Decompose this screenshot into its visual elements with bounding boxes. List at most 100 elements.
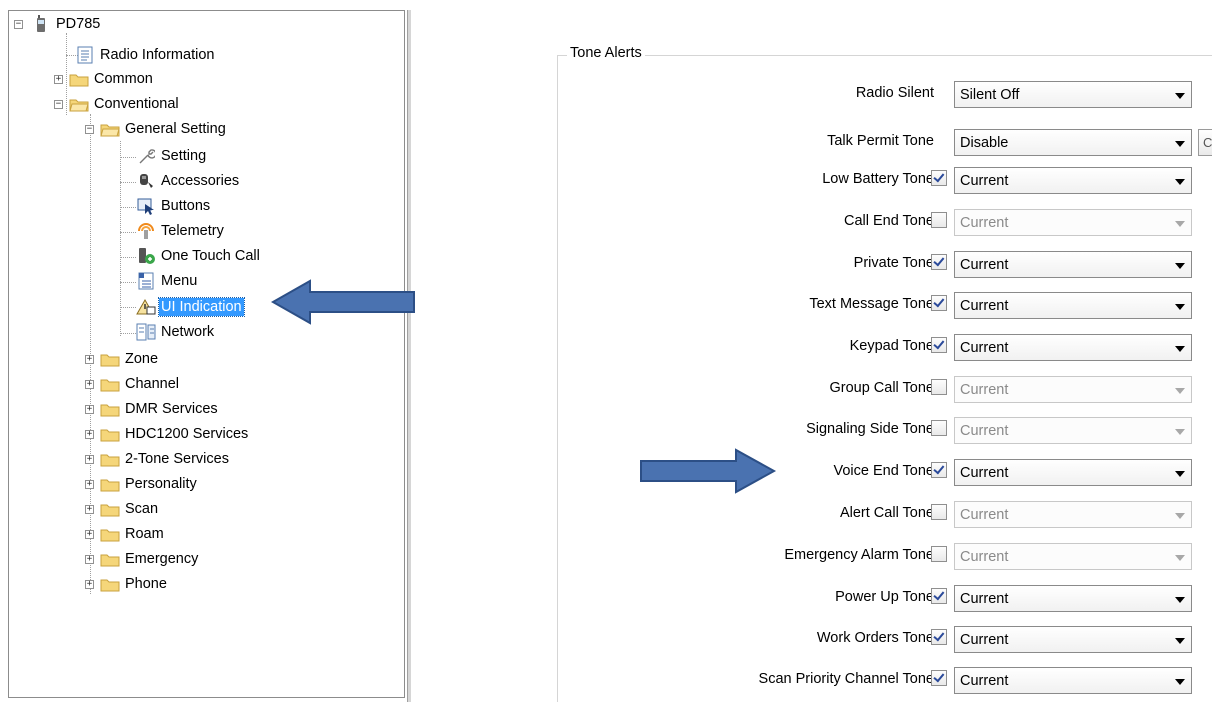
folder-icon bbox=[100, 450, 120, 468]
tree-node-two-tone-services[interactable]: 2-Tone Services bbox=[100, 448, 231, 470]
private-tone-value: Current bbox=[960, 256, 1009, 273]
tree-label-network: Network bbox=[161, 324, 215, 340]
dropdown-arrow-icon bbox=[1175, 679, 1185, 685]
dropdown-arrow-icon bbox=[1175, 304, 1185, 310]
talk-permit-tone-dropdown[interactable]: Disable bbox=[954, 129, 1192, 156]
phone-expand-toggle[interactable]: + bbox=[85, 580, 94, 589]
row-text-message-tone: Text Message Tone Current bbox=[560, 289, 1212, 319]
row-emergency-alarm-tone: Emergency Alarm Tone Current bbox=[560, 540, 1212, 570]
keypad-tone-checkbox[interactable] bbox=[931, 337, 947, 353]
dropdown-arrow-icon bbox=[1175, 429, 1185, 435]
zone-expand-toggle[interactable]: + bbox=[85, 355, 94, 364]
voice-end-tone-checkbox[interactable] bbox=[931, 462, 947, 478]
keypad-tone-dropdown[interactable]: Current bbox=[954, 334, 1192, 361]
tree-node-general-setting[interactable]: General Setting bbox=[100, 118, 228, 140]
tree-node-one-touch-call[interactable]: One Touch Call bbox=[136, 245, 262, 267]
group-call-tone-checkbox[interactable] bbox=[931, 379, 947, 395]
tree-node-roam[interactable]: Roam bbox=[100, 523, 166, 545]
talk-permit-tone-extra-button[interactable]: C bbox=[1198, 129, 1212, 156]
row-call-end-tone: Call End Tone Current bbox=[560, 206, 1212, 236]
root-collapse-toggle[interactable]: − bbox=[14, 20, 23, 29]
tree-node-hdc1200-services[interactable]: HDC1200 Services bbox=[100, 423, 250, 445]
splitter-bar[interactable] bbox=[407, 10, 411, 702]
tree-label-one-touch-call: One Touch Call bbox=[161, 248, 260, 264]
tree-node-dmr-services[interactable]: DMR Services bbox=[100, 398, 220, 420]
tree-label-menu: Menu bbox=[161, 273, 198, 289]
work-orders-tone-dropdown[interactable]: Current bbox=[954, 626, 1192, 653]
two-tone-services-expand-toggle[interactable]: + bbox=[85, 455, 94, 464]
scan-priority-channel-tone-checkbox[interactable] bbox=[931, 670, 947, 686]
conventional-collapse-toggle[interactable]: − bbox=[54, 100, 63, 109]
tree-node-emergency[interactable]: Emergency bbox=[100, 548, 200, 570]
dropdown-arrow-icon bbox=[1175, 471, 1185, 477]
tone-alerts-group-title: Tone Alerts bbox=[567, 45, 645, 61]
low-battery-tone-dropdown[interactable]: Current bbox=[954, 167, 1192, 194]
tree-label-conventional: Conventional bbox=[94, 96, 179, 112]
folder-icon bbox=[100, 525, 120, 543]
text-message-tone-checkbox[interactable] bbox=[931, 295, 947, 311]
tree-node-accessories[interactable]: Accessories bbox=[136, 170, 241, 192]
private-tone-checkbox[interactable] bbox=[931, 254, 947, 270]
tree-node-phone[interactable]: Phone bbox=[100, 573, 169, 595]
label-low-battery-tone: Low Battery Tone bbox=[822, 171, 934, 187]
dropdown-arrow-icon bbox=[1175, 513, 1185, 519]
row-keypad-tone: Keypad Tone Current bbox=[560, 331, 1212, 361]
scan-expand-toggle[interactable]: + bbox=[85, 505, 94, 514]
tree-label-two-tone-services: 2-Tone Services bbox=[125, 451, 229, 467]
tree-node-channel[interactable]: Channel bbox=[100, 373, 181, 395]
scan-priority-channel-tone-dropdown[interactable]: Current bbox=[954, 667, 1192, 694]
general-setting-collapse-toggle[interactable]: − bbox=[85, 125, 94, 134]
hdc1200-services-expand-toggle[interactable]: + bbox=[85, 430, 94, 439]
label-scan-priority-channel-tone: Scan Priority Channel Tone bbox=[758, 671, 934, 687]
tree-node-common[interactable]: Common bbox=[69, 68, 155, 90]
personality-expand-toggle[interactable]: + bbox=[85, 480, 94, 489]
group-call-tone-value: Current bbox=[960, 381, 1009, 398]
call-end-tone-checkbox[interactable] bbox=[931, 212, 947, 228]
tree-node-setting[interactable]: Setting bbox=[136, 145, 208, 167]
tree-node-network[interactable]: Network bbox=[136, 321, 216, 343]
voice-end-tone-dropdown[interactable]: Current bbox=[954, 459, 1192, 486]
tree-node-radio-information[interactable]: Radio Information bbox=[75, 44, 216, 66]
private-tone-dropdown[interactable]: Current bbox=[954, 251, 1192, 278]
tree-panel[interactable]: − PD785 Radio Information + Common − Con… bbox=[8, 10, 405, 698]
tree-node-zone[interactable]: Zone bbox=[100, 348, 160, 370]
folder-icon bbox=[100, 400, 120, 418]
tree-node-root[interactable]: PD785 bbox=[31, 13, 102, 35]
voice-end-tone-value: Current bbox=[960, 464, 1009, 481]
radio-silent-value: Silent Off bbox=[960, 86, 1020, 103]
emergency-alarm-tone-checkbox[interactable] bbox=[931, 546, 947, 562]
tree-node-menu[interactable]: Menu bbox=[136, 270, 199, 292]
folder-icon bbox=[100, 475, 120, 493]
folder-icon bbox=[100, 575, 120, 593]
power-up-tone-value: Current bbox=[960, 590, 1009, 607]
tree-label-accessories: Accessories bbox=[161, 173, 240, 189]
alert-call-tone-checkbox[interactable] bbox=[931, 504, 947, 520]
tree-label-zone: Zone bbox=[125, 351, 159, 367]
folder-icon bbox=[69, 70, 89, 88]
signaling-side-tone-checkbox[interactable] bbox=[931, 420, 947, 436]
tree-node-conventional[interactable]: Conventional bbox=[69, 93, 181, 115]
tree-node-buttons[interactable]: Buttons bbox=[136, 195, 212, 217]
label-keypad-tone: Keypad Tone bbox=[849, 338, 934, 354]
tree-node-scan[interactable]: Scan bbox=[100, 498, 160, 520]
emergency-expand-toggle[interactable]: + bbox=[85, 555, 94, 564]
dmr-services-expand-toggle[interactable]: + bbox=[85, 405, 94, 414]
channel-expand-toggle[interactable]: + bbox=[85, 380, 94, 389]
alert-call-tone-dropdown: Current bbox=[954, 501, 1192, 528]
common-expand-toggle[interactable]: + bbox=[54, 75, 63, 84]
tree-node-telemetry[interactable]: Telemetry bbox=[136, 220, 226, 242]
power-up-tone-checkbox[interactable] bbox=[931, 588, 947, 604]
label-emergency-alarm-tone: Emergency Alarm Tone bbox=[784, 547, 934, 563]
low-battery-tone-checkbox[interactable] bbox=[931, 170, 947, 186]
text-message-tone-value: Current bbox=[960, 297, 1009, 314]
tree-label-emergency: Emergency bbox=[125, 551, 199, 567]
roam-expand-toggle[interactable]: + bbox=[85, 530, 94, 539]
tree-node-ui-indication[interactable]: UI Indication bbox=[136, 296, 245, 318]
power-up-tone-dropdown[interactable]: Current bbox=[954, 585, 1192, 612]
tree-node-personality[interactable]: Personality bbox=[100, 473, 199, 495]
radio-silent-dropdown[interactable]: Silent Off bbox=[954, 81, 1192, 108]
dropdown-arrow-icon bbox=[1175, 263, 1185, 269]
row-scan-priority-channel-tone: Scan Priority Channel Tone Current bbox=[560, 664, 1212, 694]
work-orders-tone-checkbox[interactable] bbox=[931, 629, 947, 645]
text-message-tone-dropdown[interactable]: Current bbox=[954, 292, 1192, 319]
